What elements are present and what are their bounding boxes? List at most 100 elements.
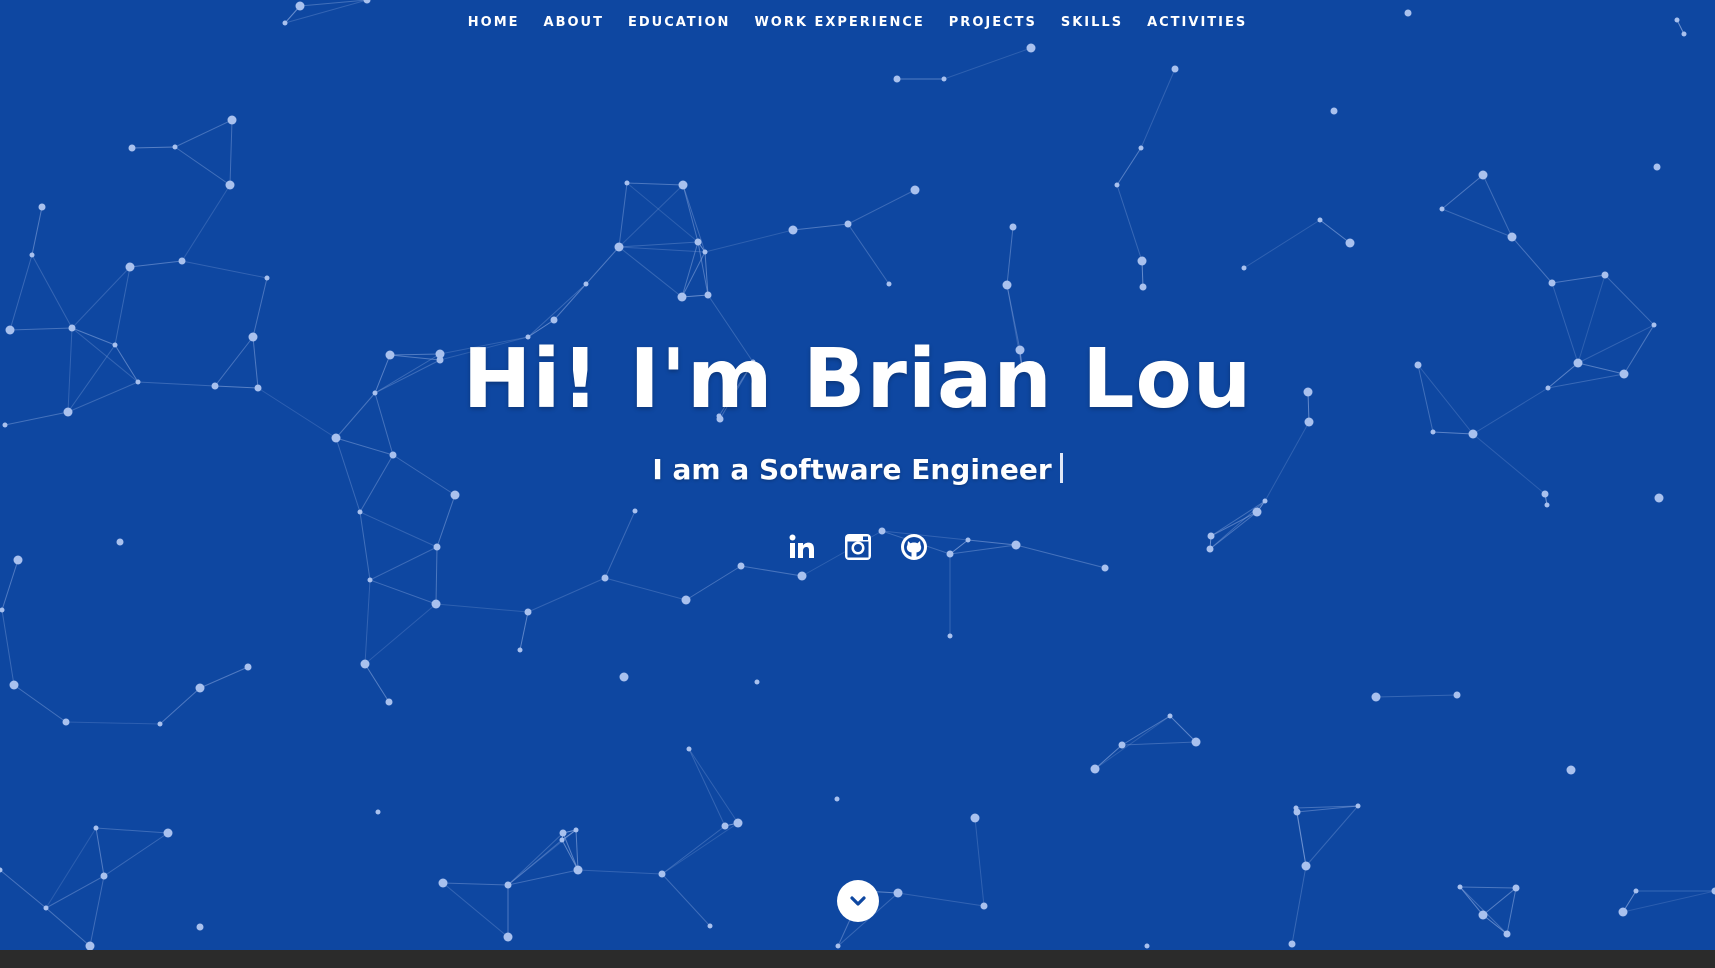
network-node — [1651, 322, 1657, 328]
nav-item-work-experience[interactable]: WORK EXPERIENCE — [742, 0, 936, 46]
network-edge — [562, 832, 579, 871]
network-node — [196, 923, 204, 931]
nav-item-about[interactable]: ABOUT — [532, 0, 616, 46]
network-edge — [131, 146, 176, 149]
network-edge — [1, 609, 15, 686]
network-edge — [174, 146, 231, 186]
github-link[interactable] — [897, 530, 931, 564]
network-node — [1430, 429, 1436, 435]
network-edge — [45, 875, 105, 909]
network-node — [1371, 692, 1381, 702]
network-node — [1241, 265, 1247, 271]
network-edge — [95, 827, 169, 834]
github-icon — [900, 534, 927, 560]
network-edge — [1169, 715, 1197, 743]
network-node — [970, 813, 980, 823]
linkedin-link[interactable] — [785, 530, 819, 564]
network-node — [367, 577, 373, 583]
network-edge — [9, 254, 33, 331]
network-node — [1002, 280, 1012, 290]
network-edge — [364, 603, 437, 665]
network-node — [677, 292, 687, 302]
network-node — [788, 225, 798, 235]
network-node — [707, 923, 713, 929]
network-edge — [1295, 807, 1307, 867]
network-edge — [527, 577, 606, 613]
network-node — [1330, 107, 1338, 115]
network-edge — [181, 260, 268, 279]
network-node — [1009, 223, 1017, 231]
network-edge — [847, 223, 890, 285]
network-edge — [704, 229, 794, 253]
network-edge — [103, 832, 169, 877]
network-node — [375, 809, 381, 815]
network-node — [38, 203, 46, 211]
nav-item-home[interactable]: HOME — [456, 0, 532, 46]
network-node — [1355, 803, 1361, 809]
network-node — [504, 881, 512, 889]
nav-item-projects[interactable]: PROJECTS — [937, 0, 1049, 46]
network-edge — [575, 829, 579, 871]
network-node — [1293, 805, 1299, 811]
network-edge — [1305, 805, 1359, 867]
network-node — [1439, 206, 1445, 212]
network-edge — [688, 748, 726, 827]
network-edge — [626, 182, 699, 243]
scroll-down-button[interactable] — [837, 880, 879, 922]
network-edge — [661, 873, 711, 927]
network-edge — [1551, 274, 1606, 284]
network-node — [128, 144, 136, 152]
top-navigation: HOME ABOUT EDUCATION WORK EXPERIENCE PRO… — [0, 0, 1715, 46]
network-node — [721, 822, 729, 830]
network-node — [1512, 884, 1520, 892]
network-node — [1654, 493, 1664, 503]
network-node — [702, 249, 708, 255]
network-node — [681, 595, 691, 605]
network-node — [1090, 764, 1100, 774]
network-edge — [1511, 236, 1553, 284]
network-edge — [65, 721, 161, 725]
network-edge — [507, 869, 579, 886]
network-node — [431, 599, 441, 609]
nav-item-activities[interactable]: ACTIVITIES — [1135, 0, 1259, 46]
network-edge — [1006, 226, 1014, 286]
network-node — [438, 878, 448, 888]
network-edge — [364, 579, 371, 665]
network-node — [1633, 888, 1639, 894]
network-node — [754, 679, 760, 685]
network-node — [163, 828, 173, 838]
network-node — [1478, 170, 1488, 180]
network-edge — [519, 611, 529, 651]
network-edge — [740, 565, 803, 577]
network-edge — [199, 666, 249, 689]
network-edge — [1459, 886, 1508, 935]
network-edge — [577, 869, 663, 875]
network-node — [1118, 741, 1126, 749]
network-node — [503, 932, 513, 942]
network-edge — [847, 189, 916, 225]
network-node — [1457, 884, 1463, 890]
network-node — [844, 220, 852, 228]
social-links — [0, 530, 1715, 564]
network-node — [1653, 163, 1661, 171]
network-node — [244, 663, 252, 671]
network-edge — [1482, 174, 1513, 238]
network-node — [385, 698, 393, 706]
network-node — [1566, 765, 1576, 775]
network-edge — [95, 827, 105, 877]
network-edge — [369, 579, 437, 605]
instagram-icon — [844, 534, 871, 560]
network-node — [886, 281, 892, 287]
network-edge — [45, 907, 91, 947]
network-node — [195, 683, 205, 693]
instagram-link[interactable] — [841, 530, 875, 564]
network-edge — [943, 47, 1032, 80]
nav-item-skills[interactable]: SKILLS — [1049, 0, 1135, 46]
network-node — [264, 275, 270, 281]
network-node — [573, 827, 579, 833]
network-edge — [604, 577, 687, 601]
network-node — [834, 796, 840, 802]
network-node — [1544, 502, 1550, 508]
nav-item-education[interactable]: EDUCATION — [616, 0, 742, 46]
network-edge — [442, 882, 509, 886]
